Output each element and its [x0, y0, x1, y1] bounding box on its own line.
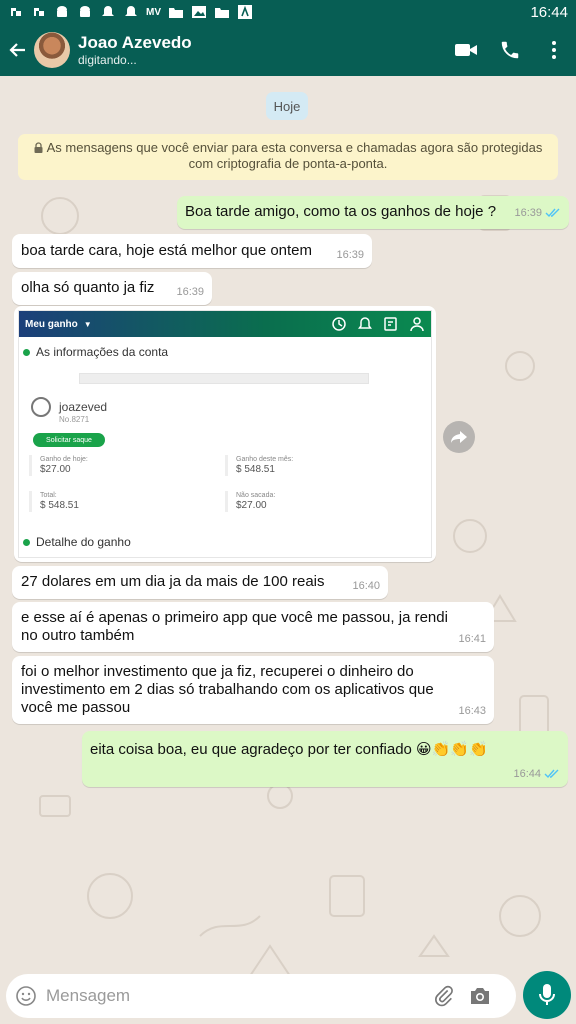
bell-icon	[358, 317, 372, 329]
arrow-left-icon	[9, 43, 25, 57]
compose-box	[6, 974, 516, 1018]
message-incoming[interactable]: 27 dolares em um dia ja da mais de 100 r…	[12, 566, 388, 599]
stat-total: Total: $ 548.51	[29, 491, 79, 512]
message-text: foi o melhor investimento que ja fiz, re…	[21, 663, 434, 716]
double-check-icon	[545, 208, 560, 218]
carrier-label: MV	[146, 6, 161, 18]
status-bar: MV 16:44	[0, 0, 576, 24]
back-button[interactable]	[2, 24, 34, 76]
message-outgoing[interactable]: Boa tarde amigo, como ta os ganhos de ho…	[177, 196, 569, 229]
share-arrow-icon	[451, 431, 467, 443]
kebab-menu-icon	[552, 41, 556, 59]
screenshot-app-title: Meu ganho	[25, 318, 78, 330]
paperclip-icon	[435, 985, 453, 1007]
message-time: 16:39	[176, 286, 204, 298]
date-chip: Hoje	[266, 92, 308, 120]
contact-name: Joao Azevedo	[78, 32, 192, 52]
message-text: e esse aí é apenas o primeiro app que vo…	[21, 609, 448, 644]
voice-message-button[interactable]	[523, 971, 571, 1019]
emoji-button[interactable]	[6, 974, 46, 1018]
message-incoming[interactable]: boa tarde cara, hoje está melhor que ont…	[12, 234, 372, 268]
account-section-heading: As informações da conta	[23, 345, 427, 359]
username: joazeved	[59, 400, 108, 414]
camera-icon	[471, 988, 489, 1004]
message-time: 16:43	[458, 705, 486, 717]
camera-button[interactable]	[462, 974, 498, 1018]
user-circle-icon	[31, 397, 51, 417]
app-a-icon	[238, 5, 252, 19]
smiley-icon	[16, 986, 36, 1006]
double-check-icon	[544, 769, 559, 779]
message-time: 16:41	[458, 633, 486, 645]
encryption-notice[interactable]: As mensagens que você enviar para esta c…	[18, 134, 558, 180]
message-incoming[interactable]: olha só quanto ja fiz 16:39	[12, 272, 212, 305]
bell-icon	[102, 6, 114, 16]
chat-area[interactable]: Hoje As mensagens que você enviar para e…	[0, 76, 576, 974]
android-icon	[80, 6, 90, 17]
microphone-icon	[539, 984, 555, 1005]
folder-icon	[169, 8, 183, 18]
earnings-screenshot[interactable]: Meu ganho ▼ As informações da conta joaz…	[18, 310, 432, 558]
video-call-button[interactable]	[444, 24, 488, 76]
voice-call-button[interactable]	[488, 24, 532, 76]
folder-icon	[215, 8, 229, 18]
encryption-notice-text: As mensagens que você enviar para esta c…	[46, 140, 543, 171]
video-camera-icon	[455, 44, 477, 56]
clock-icon	[332, 317, 346, 331]
message-text: boa tarde cara, hoje está melhor que ont…	[21, 242, 313, 259]
notification-icons: MV	[8, 5, 253, 19]
screenshot-app-bar: Meu ganho ▼	[19, 311, 431, 337]
contact-info[interactable]: Joao Azevedo digitando...	[78, 33, 192, 68]
image-message[interactable]: Meu ganho ▼ As informações da conta joaz…	[14, 306, 436, 562]
avatar[interactable]	[34, 32, 70, 68]
broken-image-placeholder	[79, 373, 369, 384]
attach-button[interactable]	[426, 974, 462, 1018]
user-block: joazeved	[31, 397, 107, 417]
app-notification-icon	[34, 8, 44, 16]
message-incoming[interactable]: e esse aí é apenas o primeiro app que vo…	[12, 602, 494, 652]
android-icon	[57, 6, 67, 17]
edit-note-icon	[384, 317, 397, 331]
phone-icon	[501, 41, 519, 59]
message-input[interactable]	[46, 986, 426, 1006]
stat-month: Ganho deste mês: $ 548.51	[225, 455, 293, 476]
message-outgoing[interactable]: eita coisa boa, eu que agradeço por ter …	[82, 731, 568, 787]
app-notification-icon	[11, 8, 21, 16]
message-time: 16:39	[514, 207, 542, 219]
withdraw-button: Solicitar saque	[33, 433, 105, 447]
details-section-heading: Detalhe do ganho	[23, 535, 131, 549]
forward-button[interactable]	[443, 421, 475, 453]
message-text: Boa tarde amigo, como ta os ganhos de ho…	[185, 203, 497, 220]
stat-unwithdrawn: Não sacada: $27.00	[225, 491, 275, 512]
image-icon	[192, 6, 206, 18]
lock-icon	[34, 142, 43, 153]
typing-status: digitando...	[78, 52, 137, 67]
message-time: 16:40	[352, 580, 380, 592]
message-incoming[interactable]: foi o melhor investimento que ja fiz, re…	[12, 656, 494, 724]
user-number: No.8271	[59, 415, 90, 424]
bell-icon	[125, 6, 137, 16]
more-options-button[interactable]	[532, 24, 576, 76]
clock: 16:44	[530, 3, 568, 21]
chevron-down-icon: ▼	[83, 319, 92, 329]
stat-today: Ganho de hoje: $27.00	[29, 455, 88, 476]
message-time: 16:39	[336, 249, 364, 261]
compose-bar	[0, 971, 576, 1024]
person-icon	[410, 317, 424, 332]
message-time: 16:44	[513, 768, 541, 780]
message-text: eita coisa boa, eu que agradeço por ter …	[90, 741, 488, 758]
chat-header: Joao Azevedo digitando...	[0, 24, 576, 76]
message-text: 27 dolares em um dia ja da mais de 100 r…	[21, 573, 325, 590]
